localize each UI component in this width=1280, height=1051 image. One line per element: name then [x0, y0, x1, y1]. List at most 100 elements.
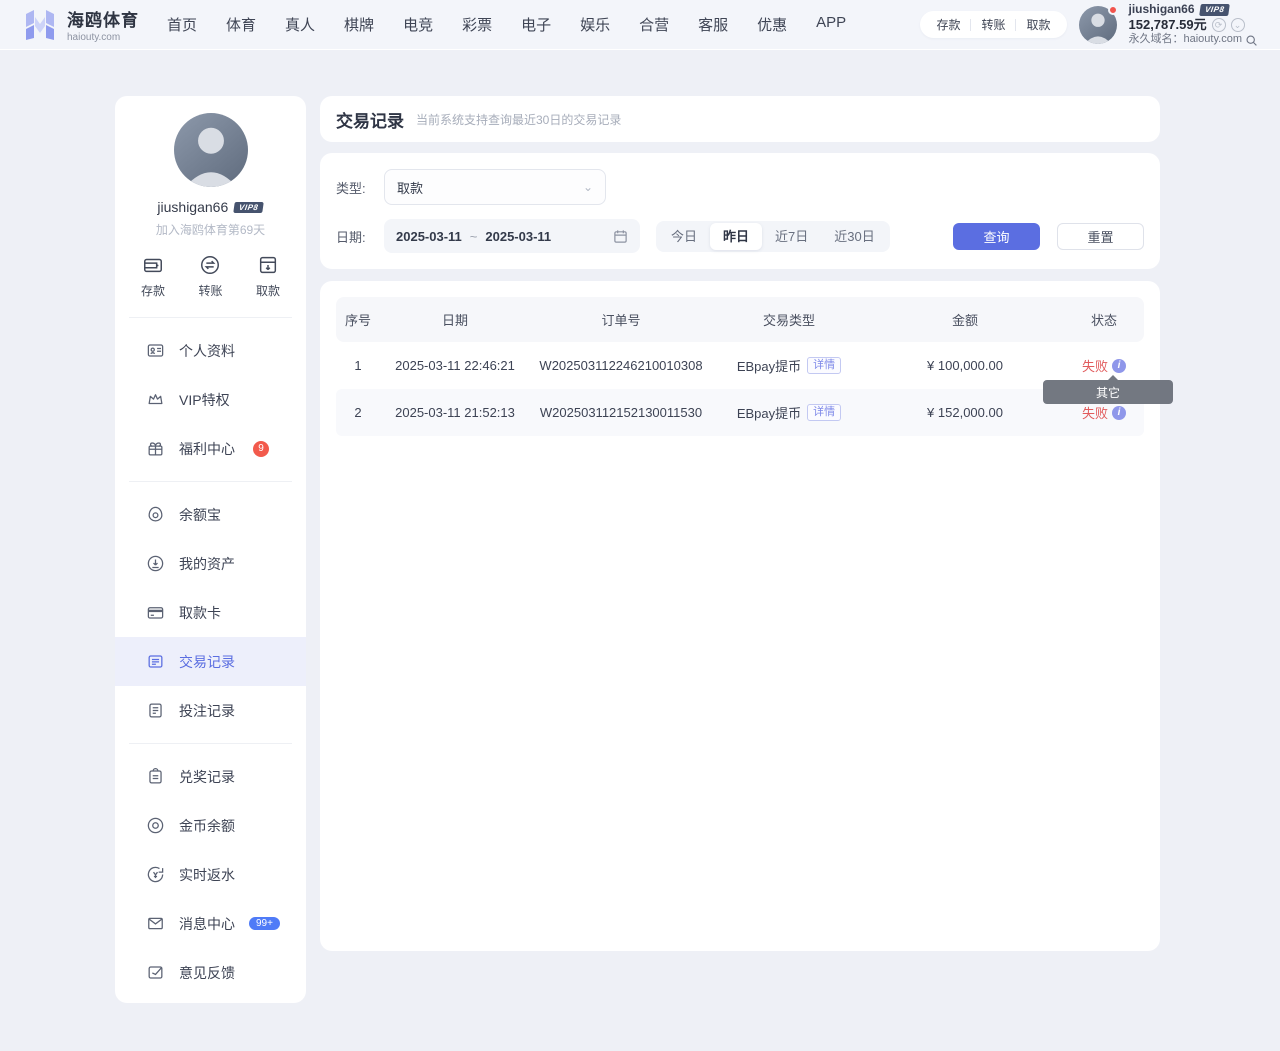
nav-home[interactable]: 首页 [167, 14, 197, 35]
notification-dot [1108, 5, 1118, 15]
nav-chess[interactable]: 棋牌 [344, 14, 374, 35]
nav-sports[interactable]: 体育 [226, 14, 256, 35]
wallet-icon [142, 254, 164, 276]
balance-amount: 152,787.59元 [1129, 17, 1207, 33]
reset-button[interactable]: 重置 [1057, 223, 1144, 250]
top-header: 海鸥体育 haiouty.com 首页 体育 真人 棋牌 电竞 彩票 电子 娱乐… [0, 0, 1280, 50]
cell-type: EBpay提币 [737, 356, 801, 375]
refresh-icon[interactable]: ⟳ [1212, 18, 1226, 32]
transfer-icon [199, 254, 221, 276]
sidebar-item-profile[interactable]: 个人资料 [115, 326, 306, 375]
nav-entertainment[interactable]: 娱乐 [580, 14, 610, 35]
cell-amount: ¥ 152,000.00 [866, 405, 1064, 420]
quick-action-label: 转账 [198, 282, 222, 299]
join-days-text: 加入海鸥体育第69天 [115, 221, 306, 238]
sidebar-item-yuebao[interactable]: 余额宝 [115, 490, 306, 539]
sidebar-deposit-button[interactable]: 存款 [141, 254, 165, 299]
nav-live[interactable]: 真人 [285, 14, 315, 35]
sidebar-item-label: 福利中心 [179, 439, 235, 459]
sidebar-item-gold-balance[interactable]: 金币余额 [115, 801, 306, 850]
sidebar-withdraw-button[interactable]: 取款 [256, 254, 280, 299]
records-table-card: 序号 日期 订单号 交易类型 金额 状态 1 2025-03-11 22:46:… [320, 281, 1160, 951]
sidebar-item-my-assets[interactable]: 我的资产 [115, 539, 306, 588]
nav-esports[interactable]: 电竞 [403, 14, 433, 35]
cell-date: 2025-03-11 21:52:13 [380, 405, 530, 420]
sidebar-item-prize-records[interactable]: 兑奖记录 [115, 752, 306, 801]
table-header-row: 序号 日期 订单号 交易类型 金额 状态 [336, 297, 1144, 342]
message-icon [146, 914, 165, 933]
date-separator: ~ [470, 229, 478, 244]
chevron-down-icon: ⌄ [583, 180, 593, 194]
avatar[interactable] [174, 113, 248, 187]
permanent-domain: 永久域名：haiouty.com [1129, 33, 1243, 47]
divider [129, 481, 292, 482]
id-card-icon [146, 341, 165, 360]
sidebar-item-message-center[interactable]: 消息中心 99+ [115, 899, 306, 948]
quick-action-label: 取款 [256, 282, 280, 299]
detail-tag[interactable]: 详情 [807, 357, 841, 374]
sidebar-item-transaction-records[interactable]: 交易记录 [115, 637, 306, 686]
detail-tag[interactable]: 详情 [807, 404, 841, 421]
cell-date: 2025-03-11 22:46:21 [380, 358, 530, 373]
query-button[interactable]: 查询 [953, 223, 1040, 250]
withdraw-icon [257, 254, 279, 276]
vip-badge: VIP8 [1199, 4, 1230, 16]
top-navigation: 首页 体育 真人 棋牌 电竞 彩票 电子 娱乐 合营 客服 优惠 APP [167, 14, 846, 35]
feedback-icon [146, 963, 165, 982]
sidebar-item-welfare[interactable]: 福利中心 9 [115, 424, 306, 473]
transaction-record-icon [146, 652, 165, 671]
user-avatar-wrap[interactable] [1079, 6, 1117, 44]
sidebar-item-label: 取款卡 [179, 603, 221, 623]
chevron-down-circle-icon[interactable]: ⌄ [1231, 18, 1245, 32]
range-yesterday[interactable]: 昨日 [710, 223, 762, 250]
prize-record-icon [146, 767, 165, 786]
sidebar-item-withdraw-card[interactable]: 取款卡 [115, 588, 306, 637]
withdraw-button[interactable]: 取款 [1016, 16, 1060, 33]
header-username: jiushigan66 [1129, 2, 1195, 17]
sidebar-transfer-button[interactable]: 转账 [198, 254, 222, 299]
sidebar-item-feedback[interactable]: 意见反馈 [115, 948, 306, 997]
status-tooltip: 其它 [1043, 380, 1173, 404]
col-header-no: 序号 [336, 310, 380, 329]
sidebar: jiushigan66 VIP8 加入海鸥体育第69天 存款 转账 取款 个人资… [115, 96, 306, 1003]
gift-icon [146, 439, 165, 458]
range-7days[interactable]: 近7日 [762, 223, 821, 250]
date-filter-label: 日期: [336, 227, 370, 246]
sidebar-item-vip[interactable]: VIP特权 [115, 375, 306, 424]
search-icon[interactable] [1245, 34, 1258, 47]
sidebar-item-label: 交易记录 [179, 652, 235, 672]
cell-no: 1 [336, 358, 380, 373]
cell-no: 2 [336, 405, 380, 420]
calendar-icon [613, 229, 628, 244]
type-select-value: 取款 [397, 178, 423, 197]
info-icon[interactable]: i [1112, 359, 1126, 373]
info-icon[interactable]: i [1112, 406, 1126, 420]
range-today[interactable]: 今日 [658, 223, 710, 250]
cell-type: EBpay提币 [737, 403, 801, 422]
sidebar-item-label: 意见反馈 [179, 963, 235, 983]
sidebar-item-rebate[interactable]: 实时返水 [115, 850, 306, 899]
date-range-picker[interactable]: 2025-03-11 ~ 2025-03-11 [384, 219, 640, 253]
status-failed: 失败 [1082, 403, 1108, 422]
my-assets-icon [146, 554, 165, 573]
sidebar-item-label: 消息中心 [179, 914, 235, 934]
nav-service[interactable]: 客服 [698, 14, 728, 35]
deposit-button[interactable]: 存款 [926, 16, 970, 33]
brand-logo[interactable]: 海鸥体育 haiouty.com [22, 6, 139, 43]
nav-promo[interactable]: 优惠 [757, 14, 787, 35]
nav-slots[interactable]: 电子 [521, 14, 551, 35]
message-badge: 99+ [249, 917, 280, 930]
sidebar-quick-actions: 存款 转账 取款 [115, 238, 306, 309]
type-select[interactable]: 取款 ⌄ [384, 169, 606, 205]
sidebar-item-bet-records[interactable]: 投注记录 [115, 686, 306, 735]
cell-order: W202503112152130011530 [530, 405, 712, 420]
nav-lottery[interactable]: 彩票 [462, 14, 492, 35]
range-30days[interactable]: 近30日 [821, 223, 887, 250]
table-row: 2 2025-03-11 21:52:13 W20250311215213001… [336, 389, 1144, 436]
col-header-date: 日期 [380, 310, 530, 329]
transfer-button[interactable]: 转账 [971, 16, 1015, 33]
nav-affiliate[interactable]: 合营 [639, 14, 669, 35]
divider [129, 743, 292, 744]
sidebar-item-label: 余额宝 [179, 505, 221, 525]
nav-app[interactable]: APP [816, 14, 846, 35]
